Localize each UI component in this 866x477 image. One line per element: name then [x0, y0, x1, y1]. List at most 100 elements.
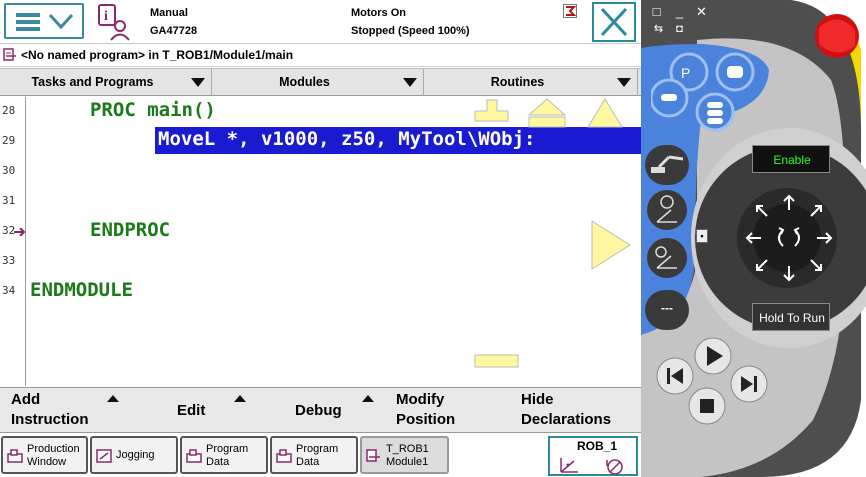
button-label: Modify Position	[396, 391, 456, 428]
tab-modules[interactable]: Modules	[212, 69, 424, 96]
operating-mode-status: Manual GA47728	[150, 4, 197, 40]
line-number: 30	[2, 164, 16, 177]
step-forward-button[interactable]	[730, 365, 768, 403]
reorient-icon	[656, 195, 677, 223]
line-number-gutter: 28 29 30 31 32 33 34	[0, 97, 26, 386]
toggle-linear-axis-button[interactable]	[647, 238, 687, 278]
hold-to-run-label: Hold To Run	[759, 311, 825, 325]
svg-text:i: i	[104, 9, 108, 24]
hold-to-run-button[interactable]: Hold To Run	[752, 303, 830, 331]
scroll-overlay-arrows	[474, 98, 623, 128]
line-number: 28	[2, 104, 16, 117]
line-number: 31	[2, 194, 16, 207]
debug-button[interactable]: Debug	[258, 388, 384, 433]
task-label: T_ROB1 Module1	[386, 443, 429, 468]
tab-routines[interactable]: Routines	[424, 69, 638, 96]
event-log-icon[interactable]: i	[96, 2, 134, 42]
task-label: Program Data	[206, 443, 249, 468]
mechanical-unit-label: ROB_1	[577, 439, 618, 453]
enable-button[interactable]: Enable	[752, 145, 830, 173]
program-path: <No named program> in T_ROB1/Module1/mai…	[21, 48, 294, 62]
scroll-bottom-icon[interactable]	[474, 353, 520, 369]
joystick[interactable]	[741, 190, 837, 286]
program-data-icon	[276, 449, 292, 463]
line-number: 29	[2, 134, 16, 147]
add-instruction-button[interactable]: Add Instruction	[0, 388, 132, 433]
programmable-key-2[interactable]	[715, 52, 755, 92]
edit-button[interactable]: Edit	[132, 388, 258, 433]
task-program-data-2[interactable]: Program Data	[270, 436, 358, 474]
step-backward-button[interactable]	[656, 357, 694, 395]
flexpendant-screen: i Manual GA47728 Motors On Stopped (Spee…	[0, 0, 641, 477]
stop-button[interactable]	[688, 387, 726, 425]
selected-code-line[interactable]: MoveL *, v1000, z50, MyTool\WObj:	[155, 127, 641, 154]
coordinate-system-icon	[560, 458, 623, 475]
button-label: Add Instruction	[11, 391, 89, 428]
enable-label: Enable	[773, 153, 811, 167]
program-editor-icon	[366, 449, 380, 462]
increment-label: ---	[661, 301, 673, 315]
code-line[interactable]: ENDPROC	[90, 219, 170, 241]
camera-icon[interactable]: ◘	[671, 21, 688, 38]
task-jogging[interactable]: Jogging	[90, 436, 178, 474]
virtual-flexpendant: □ _ ✕ ⇆ ◘ P --- ▪ Enable Hold To Run	[641, 0, 866, 477]
controller-state-status: Motors On Stopped (Speed 100%)	[351, 4, 470, 40]
tab-tasks-and-programs[interactable]: Tasks and Programs	[0, 69, 212, 96]
programmable-key-3[interactable]	[651, 78, 689, 118]
chevron-down-icon	[191, 78, 205, 87]
line-number: 33	[2, 254, 16, 267]
button-label: Debug	[295, 402, 342, 419]
breadcrumb: <No named program> in T_ROB1/Module1/mai…	[0, 45, 641, 67]
task-label: Jogging	[116, 449, 155, 461]
axis-icon	[655, 246, 677, 269]
taskbar: Production Window Jogging Program Data P…	[0, 434, 641, 477]
run-icon[interactable]: ⇆	[650, 21, 667, 38]
hamburger-icon	[16, 13, 74, 31]
status-bar: i Manual GA47728 Motors On Stopped (Spee…	[0, 0, 641, 44]
production-window-icon	[7, 449, 23, 463]
task-label: Production Window	[27, 443, 80, 468]
chevron-down-icon	[617, 78, 631, 87]
chevron-up-icon	[234, 395, 246, 402]
operating-mode: Manual	[150, 7, 188, 19]
jogging-icon	[96, 449, 112, 463]
select-mechanical-unit-button[interactable]	[645, 145, 689, 185]
abb-menu-button[interactable]	[4, 3, 84, 39]
fullscreen-icon[interactable]: □	[648, 3, 665, 20]
minimize-icon[interactable]: _	[671, 3, 688, 20]
modify-position-button[interactable]: Modify Position	[384, 388, 510, 433]
robot-arm-icon	[651, 155, 684, 173]
program-editor-icon	[3, 48, 16, 61]
task-production-window[interactable]: Production Window	[1, 436, 88, 474]
task-label: Program Data	[296, 443, 339, 468]
code-editor[interactable]: 28 29 30 31 32 33 34 PROC main() MoveL *…	[0, 97, 641, 386]
motors-state: Motors On	[351, 7, 406, 19]
task-program-editor[interactable]: T_ROB1 Module1	[360, 436, 449, 474]
hide-declarations-button[interactable]: Hide Declarations	[510, 388, 641, 433]
quickset-mechanical-unit-button[interactable]: ROB_1	[548, 436, 638, 476]
program-pointer-icon	[14, 228, 26, 236]
command-bar: Add Instruction Edit Debug Modify Position…	[0, 387, 641, 433]
joystick-lock-icon: ▪	[696, 229, 708, 243]
code-line[interactable]: ENDMODULE	[30, 279, 133, 301]
chevron-up-icon	[107, 395, 119, 402]
program-data-icon	[186, 449, 202, 463]
close-icon[interactable]: ✕	[693, 3, 710, 20]
button-label: Edit	[177, 402, 206, 419]
run-mode-icon[interactable]	[563, 4, 577, 18]
code-line[interactable]: PROC main()	[90, 99, 216, 121]
programmable-key-4[interactable]	[695, 92, 735, 132]
line-number: 34	[2, 284, 16, 297]
programmable-keys: P	[651, 52, 755, 132]
close-window-button[interactable]	[592, 2, 636, 42]
start-button[interactable]	[694, 337, 732, 375]
toggle-motion-mode-button[interactable]	[647, 190, 687, 230]
program-controls	[656, 337, 768, 425]
toggle-increment-button[interactable]: ---	[645, 290, 689, 330]
scroll-right-icon[interactable]	[590, 219, 634, 271]
chevron-up-icon	[362, 395, 374, 402]
tab-label: Routines	[490, 75, 545, 89]
code-line-text: MoveL *, v1000, z50, MyTool\WObj:	[158, 128, 536, 150]
tab-label: Modules	[279, 75, 330, 89]
task-program-data[interactable]: Program Data	[180, 436, 268, 474]
